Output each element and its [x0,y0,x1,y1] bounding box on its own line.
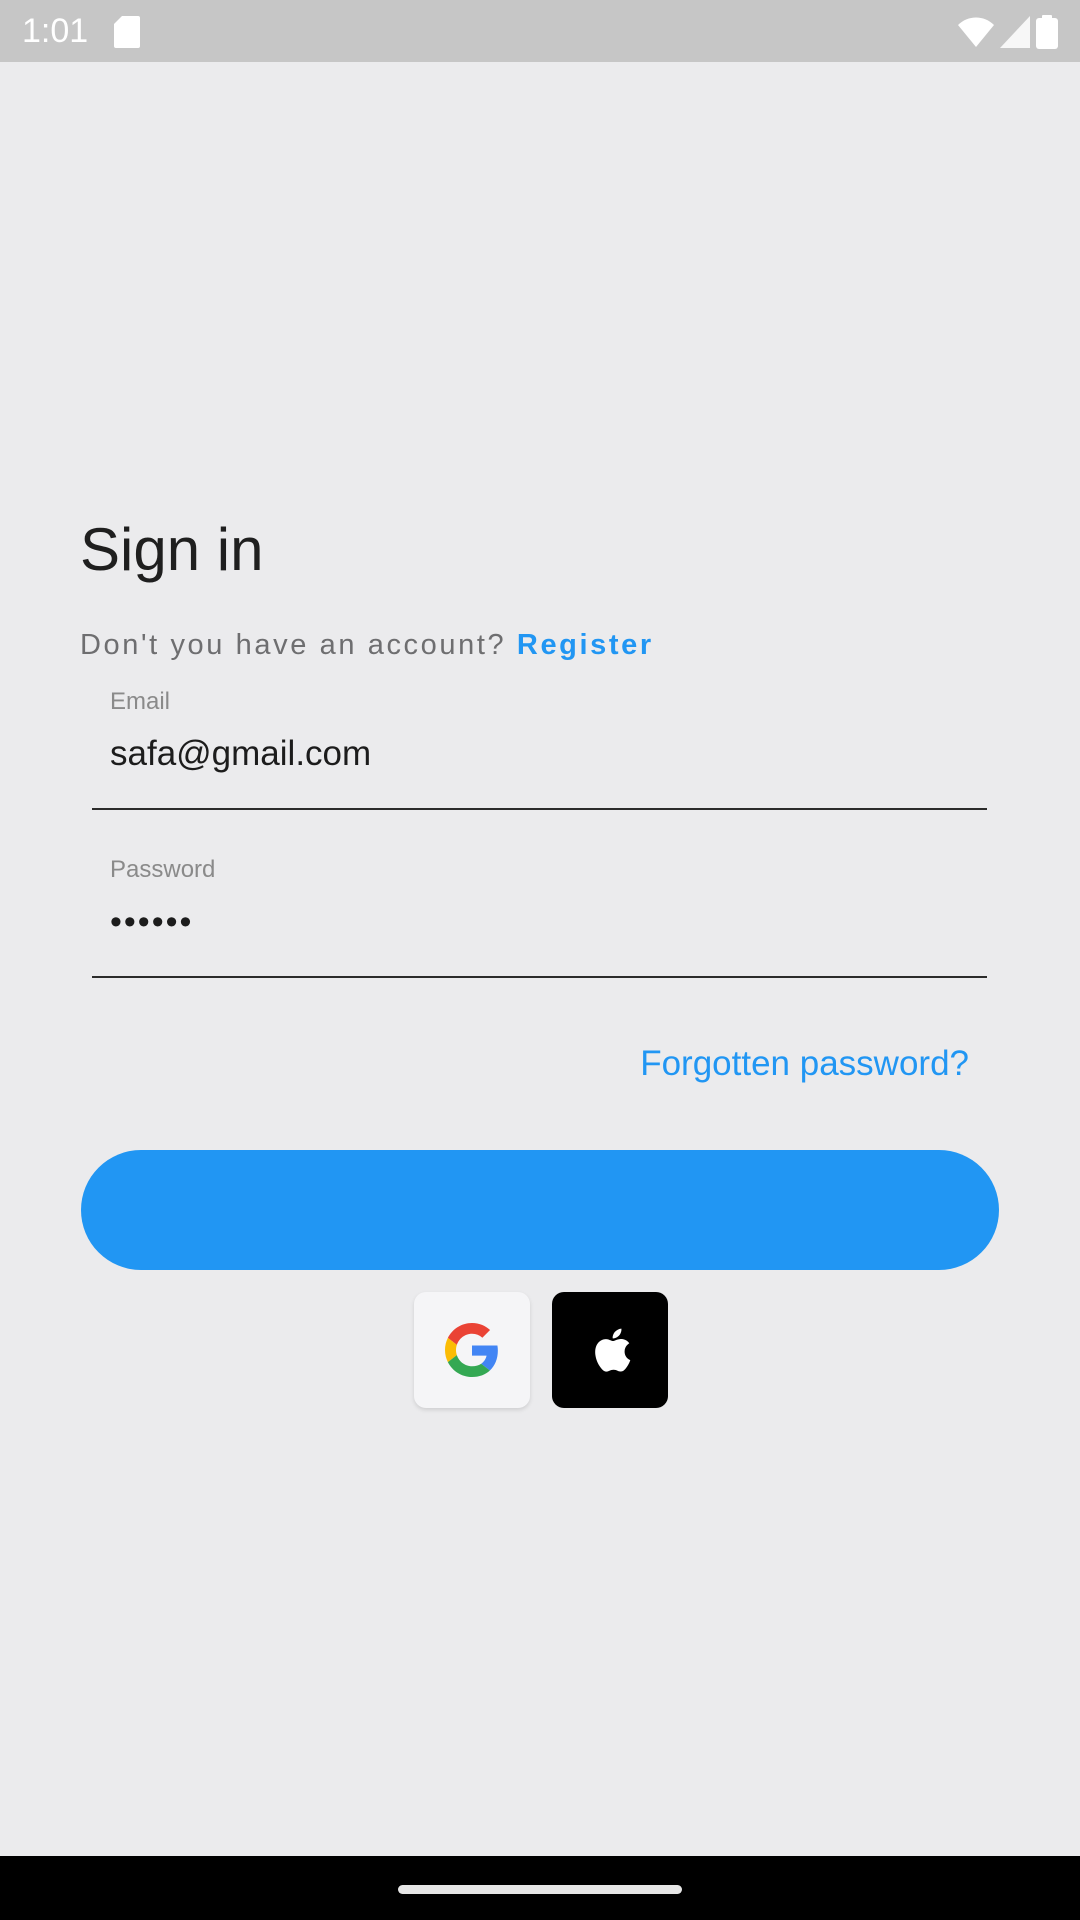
status-bar: 1:01 [0,0,1080,62]
navigation-bar [0,1856,1080,1920]
apple-icon [595,1328,631,1372]
sd-card-icon [114,16,140,48]
google-signin-button[interactable] [414,1292,530,1408]
google-icon [445,1323,498,1377]
wifi-icon [958,17,994,47]
password-input[interactable]: •••••• [110,898,193,946]
register-row: Don't you have an account? Register [80,626,654,664]
register-link[interactable]: Register [517,629,654,661]
forgot-password-link[interactable]: Forgotten password? [640,1042,969,1086]
email-underline [92,808,987,810]
email-label: Email [110,688,171,715]
social-login-row [414,1292,668,1408]
email-input[interactable]: safa@gmail.com [110,730,371,778]
password-label: Password [110,856,216,883]
battery-icon [1036,15,1058,49]
status-time: 1:01 [22,12,89,50]
status-icons [958,14,1058,50]
email-field[interactable]: Email safa@gmail.com [92,686,987,810]
signal-icon [1000,16,1030,48]
register-prompt: Don't you have an account? [80,629,507,661]
sign-in-button[interactable] [81,1150,999,1270]
apple-signin-button[interactable] [552,1292,668,1408]
password-field[interactable]: Password •••••• [92,854,987,978]
home-indicator[interactable] [398,1885,682,1894]
page-title: Sign in [80,516,264,583]
password-underline [92,976,987,978]
